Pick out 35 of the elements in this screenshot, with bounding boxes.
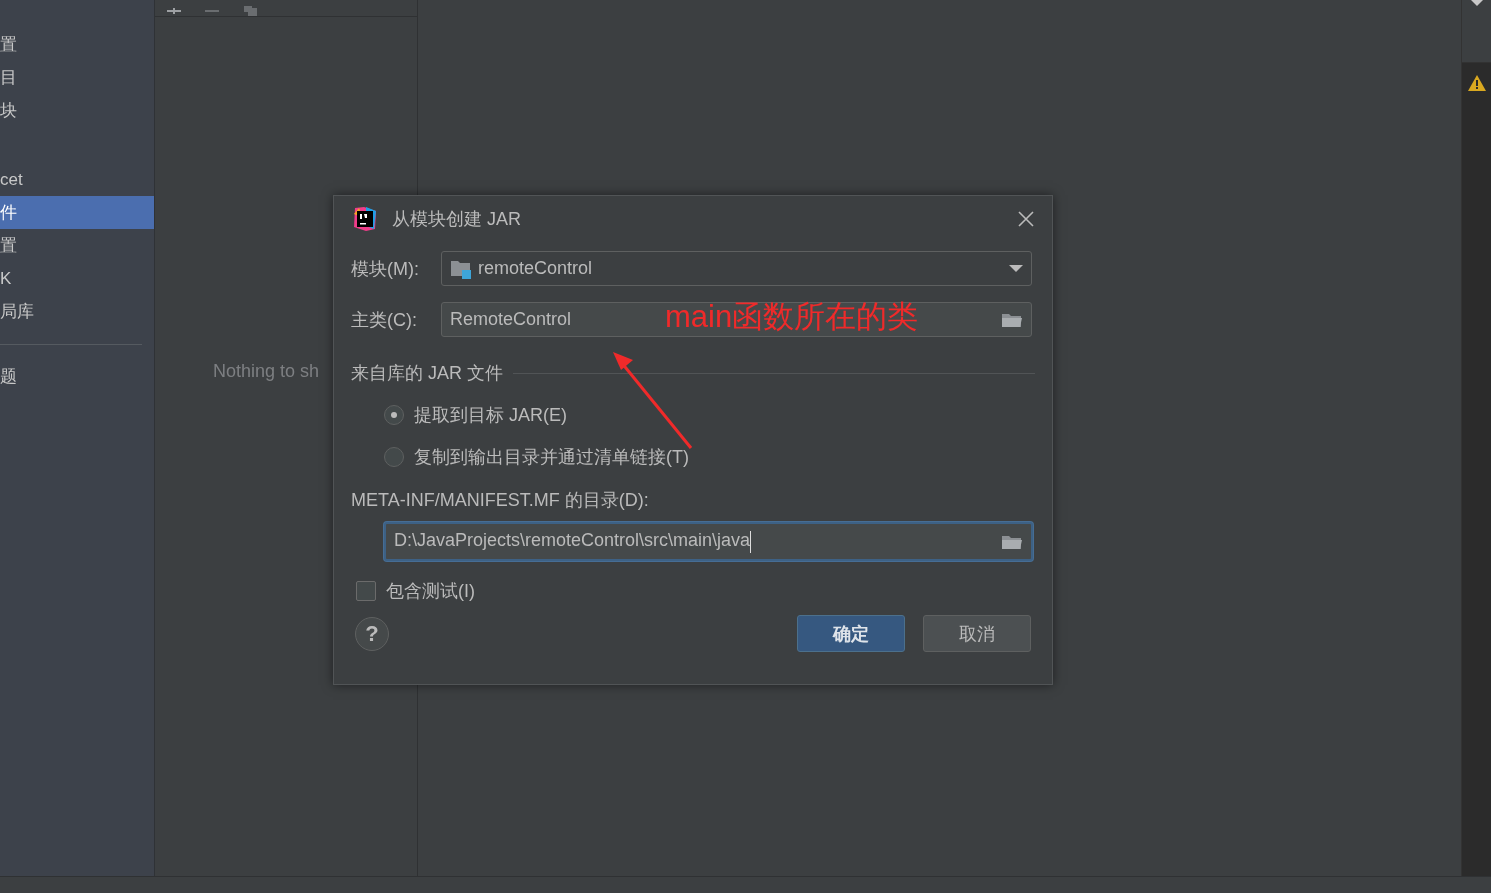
sidebar-item[interactable]: 置	[0, 28, 154, 61]
radio-button[interactable]	[384, 404, 404, 425]
sidebar-item[interactable]: 目	[0, 61, 154, 94]
checkbox[interactable]	[356, 581, 376, 601]
sidebar-item[interactable]: 件	[0, 196, 154, 229]
help-button[interactable]: ?	[355, 616, 389, 651]
module-folder-icon	[450, 258, 472, 279]
sidebar-item[interactable]: 置	[0, 229, 154, 262]
sidebar-item[interactable]: 题	[0, 360, 154, 393]
sidebar-item[interactable]: K	[0, 262, 154, 295]
field-label: 模块(M):	[351, 257, 420, 281]
ok-button[interactable]: 确定	[797, 615, 905, 652]
annotation-text: main函数所在的类	[665, 299, 919, 335]
sidebar-item[interactable]: 局库	[0, 295, 154, 328]
field-label: META-INF/MANIFEST.MF 的目录(D):	[350, 489, 650, 512]
empty-message: Nothing to sh	[213, 361, 320, 382]
dropdown-arrow-icon[interactable]	[1469, 0, 1484, 7]
checkbox-label[interactable]: 包含测试(I)	[386, 579, 475, 603]
dropdown-arrow-icon[interactable]	[1009, 264, 1023, 273]
module-dropdown[interactable]: remoteControl	[441, 251, 1032, 286]
main-class-field[interactable]: RemoteControl main函数所在的类	[441, 302, 1032, 337]
dialog-title: 从模块创建 JAR	[392, 207, 522, 231]
add-icon[interactable]	[167, 8, 183, 16]
app-logo-icon	[352, 205, 378, 232]
radio-button[interactable]	[384, 446, 404, 467]
sidebar-item[interactable]: 块	[0, 94, 154, 127]
sidebar-item[interactable]: cet	[0, 163, 154, 196]
close-button[interactable]	[1018, 210, 1034, 227]
field-label: 主类(C):	[351, 308, 418, 332]
group-title: 来自库的 JAR 文件	[351, 362, 503, 385]
warning-icon[interactable]	[1467, 75, 1486, 91]
cancel-button[interactable]: 取消	[923, 615, 1031, 652]
radio-label[interactable]: 提取到目标 JAR(E)	[414, 402, 567, 427]
directory-field[interactable]: D:\JavaProjects\remoteControl\src\main\java	[384, 522, 1033, 561]
radio-label[interactable]: 复制到输出目录并通过清单链接(T)	[414, 444, 689, 469]
